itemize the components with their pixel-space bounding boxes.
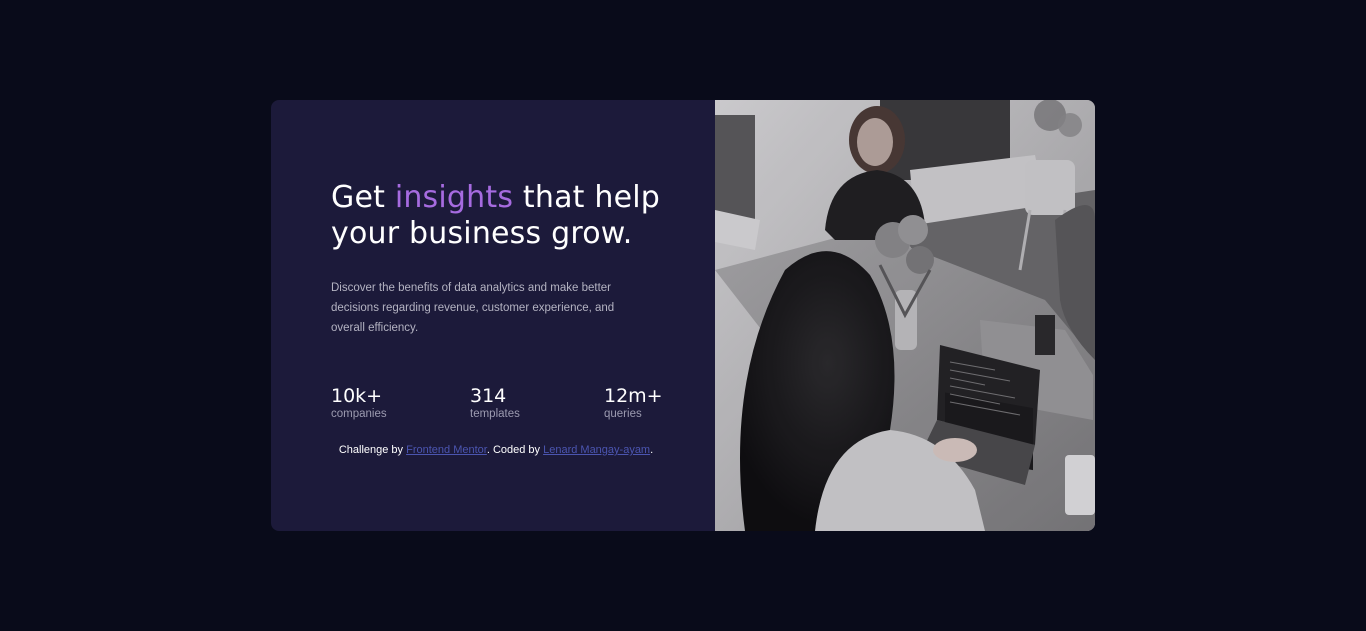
stat-companies: 10k+ companies bbox=[331, 385, 387, 421]
card-content: Get insights that help your business gro… bbox=[271, 100, 715, 531]
attribution-middle: . Coded by bbox=[486, 444, 544, 456]
stat-label: templates bbox=[470, 408, 520, 420]
photo-image bbox=[715, 100, 1095, 531]
stat-queries: 12m+ queries bbox=[604, 385, 663, 421]
stat-label: companies bbox=[331, 408, 387, 420]
title-accent: insights bbox=[394, 180, 514, 215]
stat-templates: 314 templates bbox=[470, 385, 520, 421]
page-title: Get insights that help your business gro… bbox=[331, 180, 671, 252]
stats-preview-card: Get insights that help your business gro… bbox=[271, 100, 1095, 531]
description: Discover the benefits of data analytics … bbox=[331, 282, 615, 334]
attribution-suffix: . bbox=[650, 444, 654, 456]
attribution-prefix: Challenge by bbox=[338, 444, 407, 456]
stat-value: 10k+ bbox=[331, 385, 383, 407]
stats-row: 10k+ companies 314 templates 12m+ querie… bbox=[331, 385, 671, 425]
header-image bbox=[715, 100, 1095, 531]
stat-label: queries bbox=[604, 408, 642, 420]
frontend-mentor-link[interactable]: Frontend Mentor bbox=[406, 444, 487, 456]
author-link[interactable]: Lenard Mangay-ayam bbox=[543, 444, 650, 456]
title-part1: Get bbox=[331, 180, 395, 215]
stat-value: 314 bbox=[470, 385, 507, 407]
stat-value: 12m+ bbox=[604, 385, 663, 407]
attribution: Challenge by Frontend Mentor. Coded by L… bbox=[331, 443, 661, 457]
